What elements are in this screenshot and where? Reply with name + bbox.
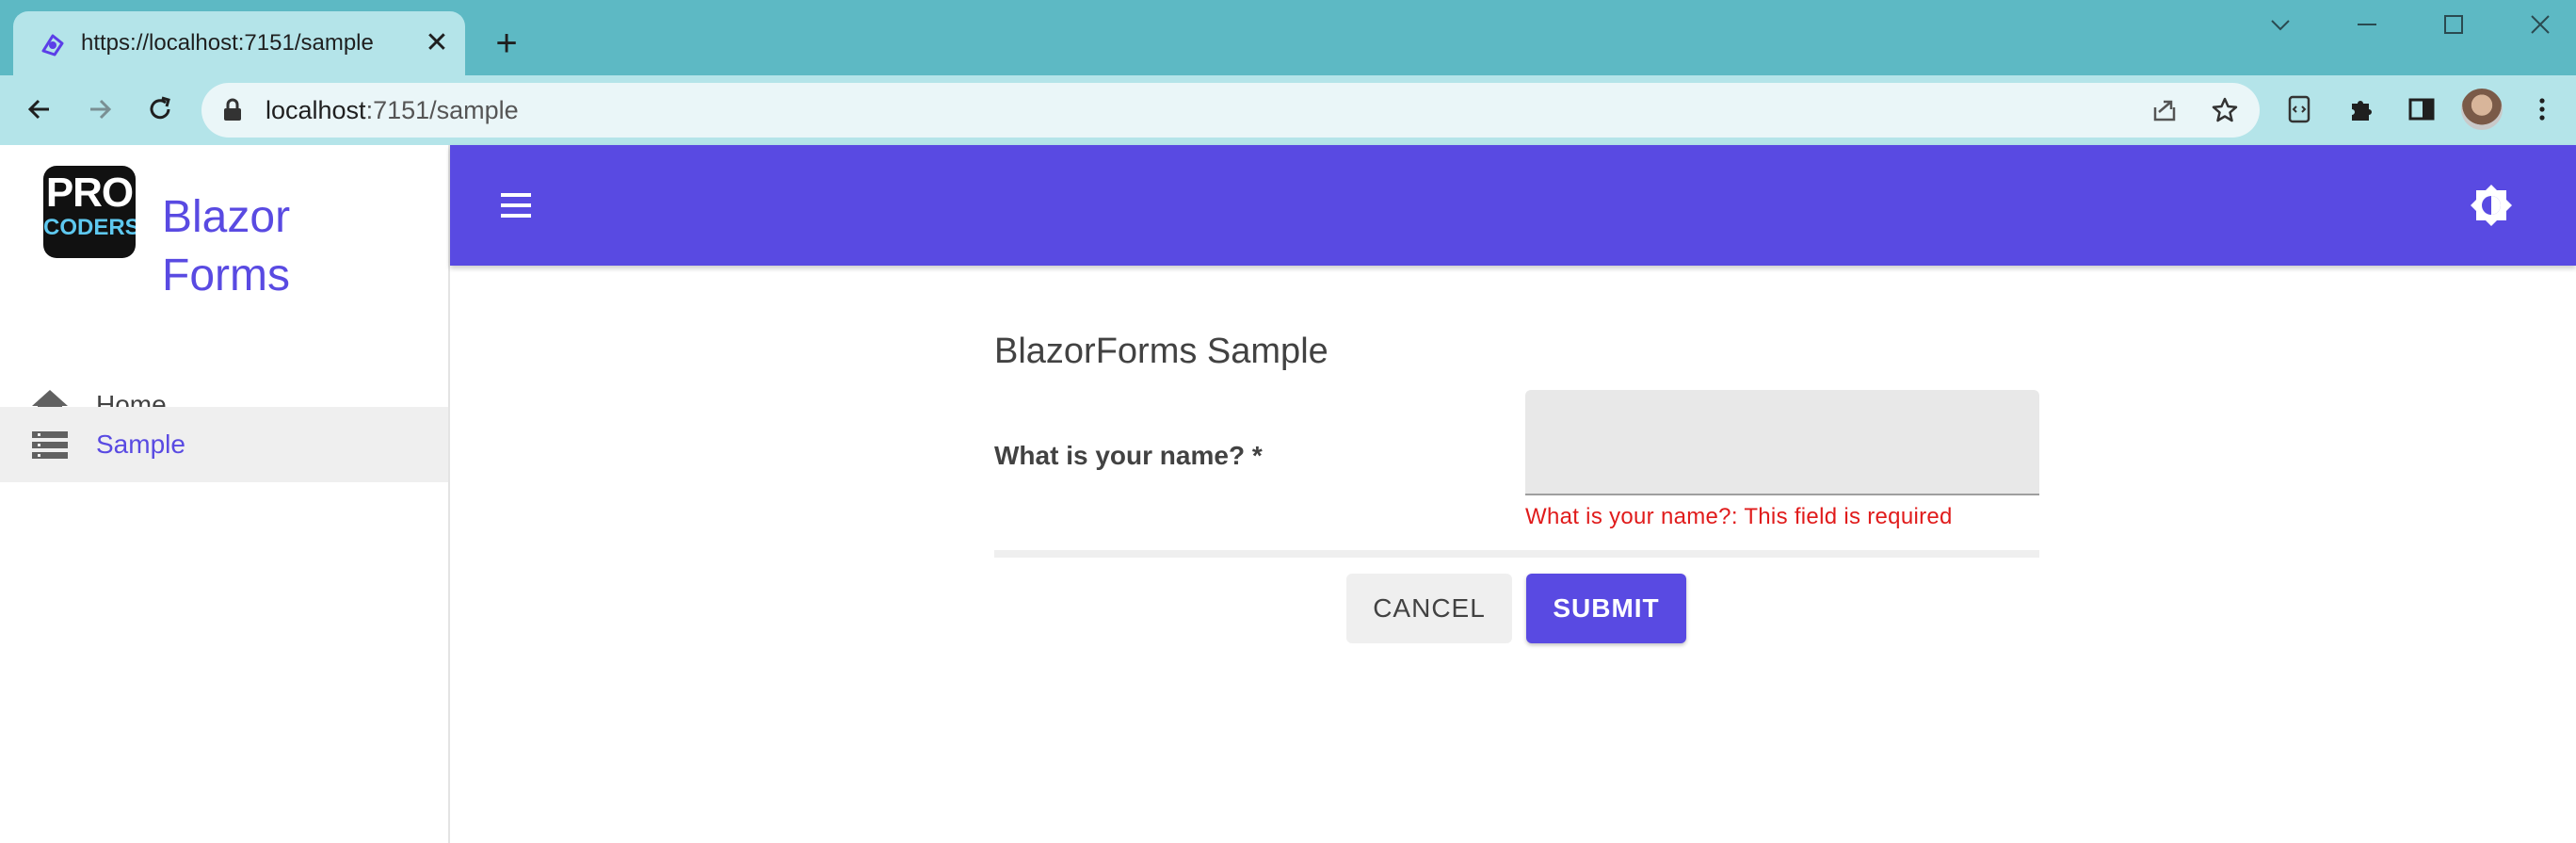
brand-title: Blazor Forms (162, 192, 291, 300)
address-bar[interactable]: localhost:7151/sample (201, 83, 2260, 138)
brightness-toggle-icon[interactable] (2469, 183, 2514, 228)
browser-tab[interactable]: https://localhost:7151/sample ✕ (13, 11, 465, 75)
logo-line-2: CODERS (43, 215, 136, 240)
form-title: BlazorForms Sample (994, 332, 1328, 371)
maximize-icon (2444, 15, 2463, 34)
url-path: :7151/sample (365, 96, 519, 124)
close-icon (2531, 15, 2550, 34)
browser-toolbar: localhost:7151/sample (0, 75, 2576, 145)
procoders-logo: PRO CODERS (43, 166, 136, 258)
bookmark-star-icon (2212, 97, 2238, 122)
blazor-icon (41, 34, 64, 57)
profile-avatar[interactable] (2461, 89, 2503, 130)
minimize-button[interactable] (2339, 6, 2395, 43)
extensions-menu-button[interactable] (2341, 89, 2382, 130)
forward-button[interactable] (79, 89, 121, 130)
side-panel-icon (2408, 98, 2435, 121)
extension-button[interactable] (2278, 89, 2320, 130)
lock-icon[interactable] (222, 98, 243, 122)
close-tab-icon[interactable]: ✕ (420, 26, 454, 60)
share-button[interactable] (2147, 92, 2182, 128)
new-tab-button[interactable]: + (486, 23, 527, 64)
app-bar (450, 145, 2576, 266)
tab-search-button[interactable] (2252, 6, 2309, 43)
browser-menu-button[interactable] (2521, 89, 2563, 130)
bookmark-button[interactable] (2207, 92, 2243, 128)
list-icon (32, 431, 68, 459)
minimize-icon (2358, 24, 2376, 25)
back-button[interactable] (19, 89, 60, 130)
side-panel-button[interactable] (2401, 89, 2442, 130)
name-field-label: What is your name? * (994, 441, 1263, 470)
sidebar-item-label: Sample (96, 430, 185, 459)
form-divider (994, 550, 2039, 558)
sidebar: PRO CODERS Blazor Forms Home Sample (0, 145, 450, 843)
puzzle-icon (2352, 101, 2372, 121)
chevron-down-icon (2271, 20, 2290, 31)
back-icon (27, 99, 49, 120)
kebab-menu-icon (2539, 98, 2545, 121)
maximize-button[interactable] (2425, 6, 2482, 43)
window-close-button[interactable] (2512, 6, 2568, 43)
name-input[interactable] (1525, 390, 2039, 495)
extension-code-icon (2288, 95, 2310, 123)
reload-icon (150, 96, 170, 120)
tab-title: https://localhost:7151/sample (81, 30, 374, 56)
forward-icon (90, 99, 112, 120)
url-host: localhost (266, 96, 366, 124)
sidebar-item-sample[interactable]: Sample (0, 407, 448, 482)
hamburger-menu-icon[interactable] (495, 185, 537, 226)
name-field-error: What is your name?: This field is requir… (1525, 504, 1953, 529)
url-text[interactable]: localhost:7151/sample (266, 94, 519, 126)
cancel-button[interactable]: CANCEL (1346, 574, 1512, 643)
share-icon (2153, 100, 2176, 122)
reload-button[interactable] (139, 89, 181, 130)
browser-tab-strip: https://localhost:7151/sample ✕ + (0, 0, 2576, 75)
logo-line-1: PRO (45, 170, 134, 216)
submit-button[interactable]: SUBMIT (1526, 574, 1686, 643)
